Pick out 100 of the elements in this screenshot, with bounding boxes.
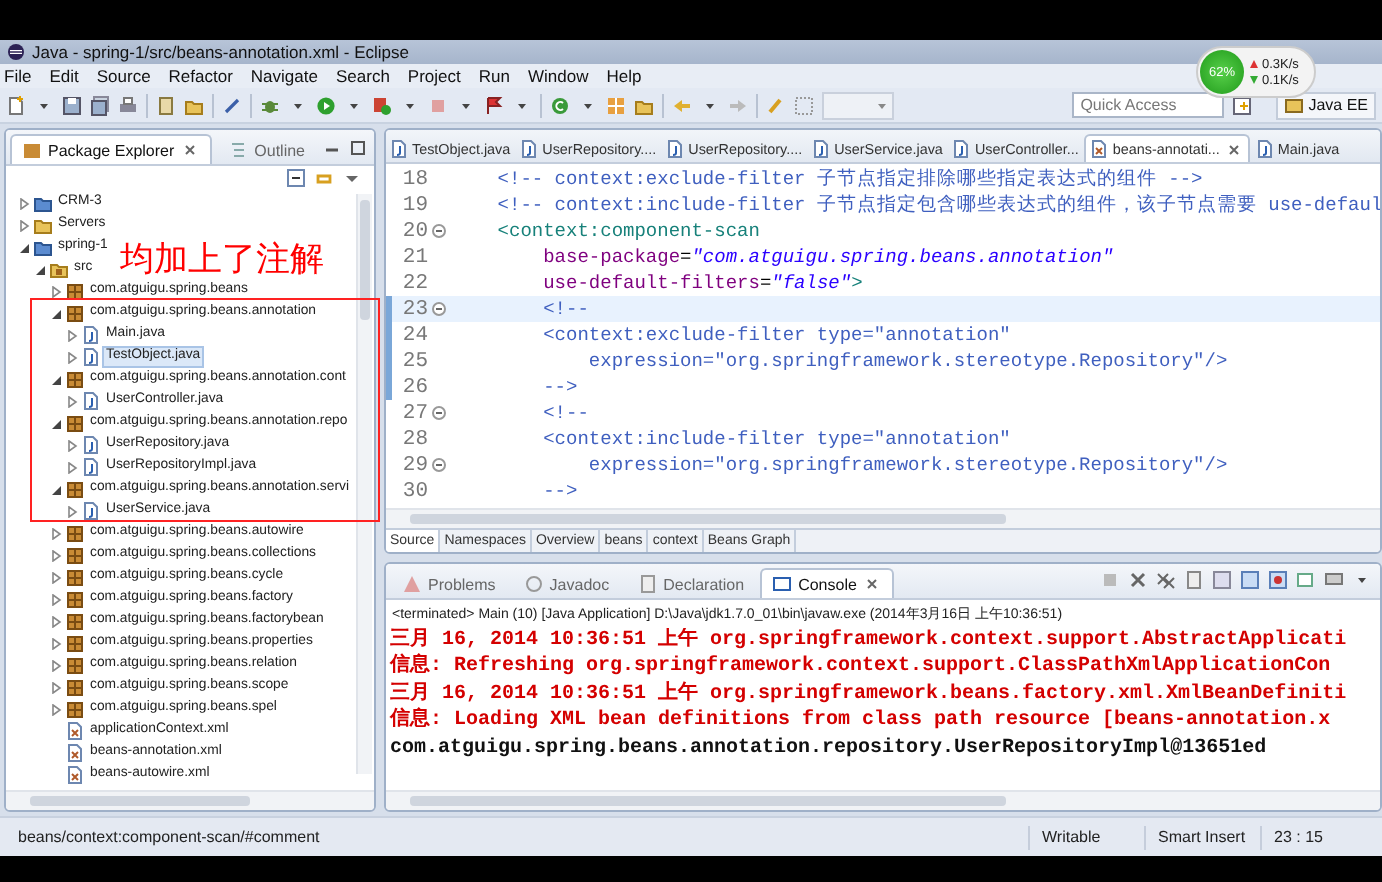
dotted-grid-icon[interactable] <box>794 95 814 115</box>
quick-access-field[interactable]: Quick Access <box>1072 92 1225 118</box>
code-line: expression="org.springframework.stereotype.Repository"/> <box>586 350 1228 372</box>
menu-item[interactable]: Window <box>527 66 589 86</box>
collapsed-arrow-icon[interactable] <box>18 197 30 209</box>
package-icon <box>66 656 84 674</box>
collapsed-arrow-icon[interactable] <box>50 637 62 649</box>
collapse-all-icon[interactable] <box>286 168 306 188</box>
line-number: 26 <box>400 375 428 399</box>
package-icon <box>66 634 84 652</box>
collapsed-arrow-icon[interactable] <box>66 351 78 363</box>
new-file-icon[interactable] <box>6 95 26 115</box>
menu-item[interactable]: Refactor <box>168 66 233 86</box>
status-mode: Writable <box>1028 825 1144 849</box>
view-tab[interactable]: Console <box>760 568 895 598</box>
dropdown-field[interactable] <box>822 91 894 119</box>
package-icon <box>66 590 84 608</box>
horizontal-scrollbar[interactable] <box>386 790 1380 810</box>
menu-item[interactable]: Help <box>606 66 642 86</box>
java-file-icon <box>82 436 100 454</box>
view-tab[interactable]: Outline <box>216 134 318 164</box>
bug-icon[interactable] <box>260 95 280 115</box>
menu-item[interactable]: File <box>4 66 32 86</box>
view-tab[interactable]: Javadoc <box>511 568 622 598</box>
java-file-icon <box>82 326 100 344</box>
menu-item[interactable]: Edit <box>49 66 79 86</box>
expanded-arrow-icon[interactable] <box>50 483 62 495</box>
code-line: <!-- context:exclude-filter 子节点指定排除哪些指定表达式的组件 --> <box>495 166 1203 192</box>
menu-item[interactable]: Source <box>96 66 151 86</box>
collapsed-arrow-icon[interactable] <box>50 549 62 561</box>
close-icon[interactable] <box>862 574 883 594</box>
expanded-arrow-icon[interactable] <box>50 373 62 385</box>
line-number: 29 <box>400 453 428 477</box>
fold-marker-icon[interactable] <box>432 406 446 420</box>
java-file-icon <box>812 139 831 157</box>
folder-icon[interactable] <box>634 95 654 115</box>
fold-marker-icon[interactable] <box>432 224 446 238</box>
java-file-icon <box>82 502 100 520</box>
close-icon[interactable] <box>180 140 201 160</box>
menu-item[interactable]: Navigate <box>250 66 318 86</box>
collapsed-arrow-icon[interactable] <box>66 461 78 473</box>
status-position: 23 : 15 <box>1260 825 1382 849</box>
console-line: com.atguigu.spring.beans.annotation.repository.UserRepositoryImpl@13651ed <box>390 735 1269 762</box>
save-all-icon[interactable] <box>90 95 110 115</box>
collapsed-arrow-icon[interactable] <box>50 615 62 627</box>
expanded-arrow-icon[interactable] <box>50 417 62 429</box>
expanded-arrow-icon[interactable] <box>34 263 46 275</box>
remove-all-icon[interactable] <box>1156 570 1176 590</box>
run-icon[interactable] <box>316 95 336 115</box>
collapsed-arrow-icon[interactable] <box>66 439 78 451</box>
grid-icon[interactable] <box>606 95 626 115</box>
down-arrow-icon <box>1250 76 1258 84</box>
collapsed-arrow-icon[interactable] <box>18 219 30 231</box>
collapsed-arrow-icon[interactable] <box>50 527 62 539</box>
fold-marker-icon[interactable] <box>432 302 446 316</box>
collapsed-arrow-icon[interactable] <box>66 395 78 407</box>
expanded-arrow-icon[interactable] <box>18 241 30 253</box>
view-tab[interactable]: Declaration <box>625 568 757 598</box>
collapsed-arrow-icon[interactable] <box>50 659 62 671</box>
vertical-scrollbar[interactable] <box>356 194 372 774</box>
maximize-icon[interactable] <box>347 138 368 158</box>
menu-item[interactable]: Run <box>478 66 510 86</box>
expanded-arrow-icon[interactable] <box>50 307 62 319</box>
java-file-icon <box>666 139 685 157</box>
folder-icon[interactable] <box>184 95 204 115</box>
remove-icon[interactable] <box>1128 570 1148 590</box>
collapsed-arrow-icon[interactable] <box>50 703 62 715</box>
collapsed-arrow-icon[interactable] <box>50 285 62 297</box>
collapsed-arrow-icon[interactable] <box>66 505 78 517</box>
view-tab[interactable]: Package Explorer <box>10 134 213 164</box>
save-icon[interactable] <box>62 95 82 115</box>
package-icon <box>66 304 84 322</box>
printer-icon[interactable] <box>118 95 138 115</box>
horizontal-scrollbar[interactable] <box>6 790 374 810</box>
package-icon <box>66 612 84 630</box>
flag-icon[interactable] <box>484 95 504 115</box>
collapsed-arrow-icon[interactable] <box>66 329 78 341</box>
package-icon <box>66 568 84 586</box>
line-number: 28 <box>400 427 428 451</box>
code-line: use-default-filters="false"> <box>541 272 863 294</box>
line-number: 24 <box>400 323 428 347</box>
class-icon[interactable] <box>550 95 570 115</box>
view-tab[interactable]: Problems <box>390 568 508 598</box>
fold-marker-icon[interactable] <box>432 458 446 472</box>
pencil-icon[interactable] <box>222 95 242 115</box>
brush-icon[interactable] <box>766 95 786 115</box>
menu-item[interactable]: Search <box>335 66 390 86</box>
collapsed-arrow-icon[interactable] <box>50 593 62 605</box>
folder-icon <box>50 260 68 278</box>
open-perspective-icon[interactable] <box>1232 95 1253 115</box>
package-icon <box>66 370 84 388</box>
java-file-icon <box>82 392 100 410</box>
monitor-icon[interactable] <box>1324 570 1344 590</box>
perspective-button[interactable]: Java EE <box>1276 91 1376 119</box>
menu-item[interactable]: Project <box>407 66 461 86</box>
collapsed-arrow-icon[interactable] <box>50 571 62 583</box>
line-number: 25 <box>400 349 428 373</box>
horizontal-scrollbar[interactable] <box>386 508 1380 528</box>
close-icon[interactable] <box>1223 139 1244 159</box>
collapsed-arrow-icon[interactable] <box>50 681 62 693</box>
